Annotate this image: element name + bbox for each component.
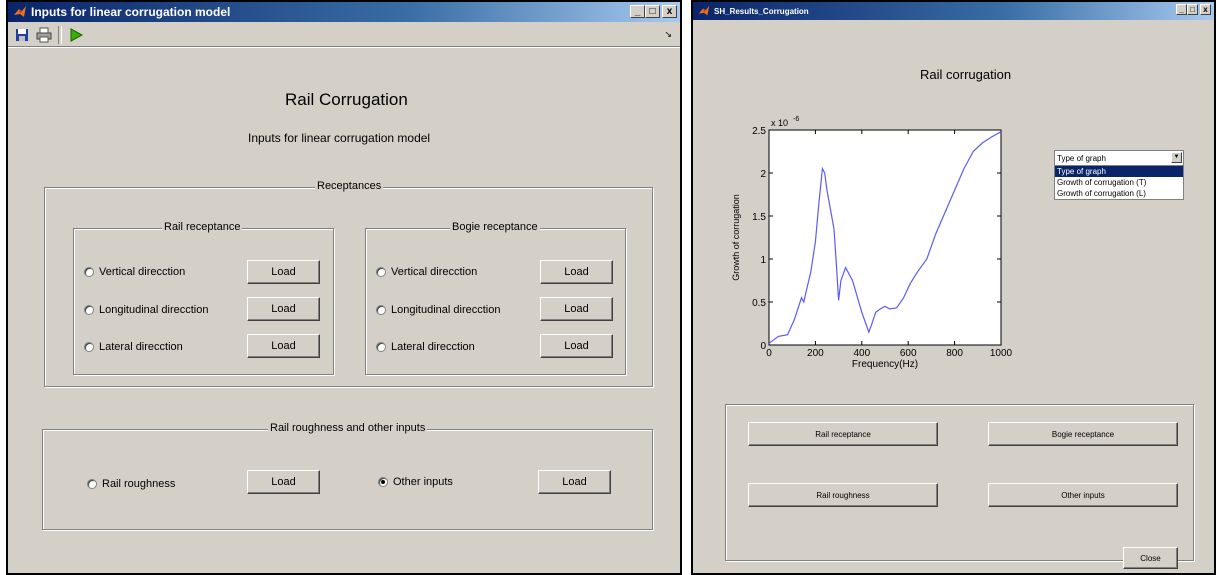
rail-vertical-load-button[interactable]: Load xyxy=(247,260,320,284)
bogie-longitudinal-load-button[interactable]: Load xyxy=(540,297,613,321)
rail-roughness-load-button[interactable]: Load xyxy=(247,470,320,494)
x-tick-label: 800 xyxy=(946,348,963,359)
other-inputs-load-button[interactable]: Load xyxy=(538,470,611,494)
inputs-window: Inputs for linear corrugation model _ □ … xyxy=(6,0,682,575)
close-window-button[interactable]: Close xyxy=(1123,547,1178,569)
rail-longitudinal-load-button[interactable]: Load xyxy=(247,297,320,321)
dock-icon[interactable]: ↘ xyxy=(664,29,672,40)
save-icon[interactable] xyxy=(14,27,30,43)
chevron-down-icon[interactable]: ▼ xyxy=(1171,152,1182,163)
other-inputs-label: Other inputs xyxy=(393,476,453,488)
window-title: Inputs for linear corrugation model xyxy=(31,5,231,19)
y-tick-label: 2.5 xyxy=(752,126,766,137)
y-multiplier-label: x 10 xyxy=(771,118,788,128)
rail-vertical-radio[interactable]: Vertical direcction xyxy=(84,266,185,278)
dropdown-option[interactable]: Growth of corrugation (T) xyxy=(1055,177,1183,188)
matlab-logo-icon xyxy=(14,6,26,17)
maximize-button[interactable]: □ xyxy=(645,5,660,18)
plot-area xyxy=(768,129,1002,346)
y-tick-label: 0.5 xyxy=(752,298,766,309)
toolbar: ↘ xyxy=(8,24,680,47)
page-subtitle: Inputs for linear corrugation model xyxy=(248,131,431,145)
y-tick-label: 2 xyxy=(760,169,766,180)
rail-lateral-load-button[interactable]: Load xyxy=(247,334,320,358)
matlab-logo-icon xyxy=(698,5,710,16)
minimize-button[interactable]: _ xyxy=(1176,4,1187,15)
page-title: Rail Corrugation xyxy=(285,90,408,109)
radio-circle xyxy=(376,305,386,315)
receptances-panel: Receptances Rail receptance Vertical dir… xyxy=(44,180,653,387)
bogie-vertical-label: Vertical direcction xyxy=(391,266,478,278)
title-bar[interactable]: SH_Results_Corrugation _ □ x xyxy=(693,2,1214,20)
run-icon[interactable] xyxy=(68,27,84,43)
bogie-lateral-radio[interactable]: Lateral direcction xyxy=(376,341,475,353)
y-tick-label: 1.5 xyxy=(752,212,766,223)
rail-longitudinal-radio[interactable]: Longitudinal direcction xyxy=(84,304,208,316)
bogie-lateral-load-button[interactable]: Load xyxy=(540,334,613,358)
dropdown-option[interactable]: Type of graph xyxy=(1055,166,1183,177)
other-inputs-button[interactable]: Other inputs xyxy=(988,483,1178,507)
rail-vertical-label: Vertical direcction xyxy=(99,266,186,278)
rail-receptance-legend: Rail receptance xyxy=(162,221,243,233)
minimize-button[interactable]: _ xyxy=(630,5,645,18)
dropdown-selected[interactable]: Type of graph ▼ xyxy=(1055,151,1183,166)
dropdown-selected-label: Type of graph xyxy=(1057,153,1106,163)
corrugation-chart: 0 200 400 600 800 1000 0 0.5 1 1.5 2 2.5 Frequency(H… xyxy=(731,116,1013,370)
close-button[interactable]: x xyxy=(1200,4,1211,15)
roughness-panel: Rail roughness and other inputs Rail rou… xyxy=(42,422,653,530)
y-tick-label: 0 xyxy=(760,341,766,352)
rail-lateral-radio[interactable]: Lateral direcction xyxy=(84,341,183,353)
rail-receptance-button[interactable]: Rail receptance xyxy=(748,422,938,446)
roughness-legend: Rail roughness and other inputs xyxy=(268,422,428,434)
print-icon[interactable] xyxy=(36,27,52,43)
y-axis-label: Growth of corrugation xyxy=(731,194,741,281)
x-tick-label: 600 xyxy=(900,348,917,359)
bogie-vertical-radio[interactable]: Vertical direcction xyxy=(376,266,477,278)
bogie-receptance-legend: Bogie receptance xyxy=(450,221,540,233)
radio-circle xyxy=(87,479,97,489)
bogie-longitudinal-label: Longitudinal direcction xyxy=(391,304,501,316)
x-tick-label: 0 xyxy=(766,348,772,359)
window-title: SH_Results_Corrugation xyxy=(714,6,809,16)
bogie-lateral-label: Lateral direcction xyxy=(391,341,475,353)
y-tick-label: 1 xyxy=(760,255,766,266)
radio-circle xyxy=(84,267,94,277)
rail-receptance-panel: Rail receptance Vertical direcction Load… xyxy=(73,221,334,375)
rail-roughness-radio[interactable]: Rail roughness xyxy=(87,478,175,490)
rail-lateral-label: Lateral direcction xyxy=(99,341,183,353)
maximize-button[interactable]: □ xyxy=(1187,4,1198,15)
other-inputs-radio[interactable]: Other inputs xyxy=(378,476,453,488)
bogie-longitudinal-radio[interactable]: Longitudinal direcction xyxy=(376,304,500,316)
title-bar[interactable]: Inputs for linear corrugation model _ □ … xyxy=(8,2,680,22)
toolbar-separator xyxy=(58,26,62,44)
receptances-legend: Receptances xyxy=(315,180,384,192)
y-exponent-label: -6 xyxy=(793,116,799,123)
x-tick-label: 1000 xyxy=(990,348,1013,359)
radio-circle xyxy=(376,267,386,277)
bogie-receptance-panel: Bogie receptance Vertical direcction Loa… xyxy=(365,221,626,375)
results-window: SH_Results_Corrugation _ □ x Rail corrug… xyxy=(691,0,1216,575)
dropdown-option[interactable]: Growth of corrugation (L) xyxy=(1055,188,1183,199)
graph-type-dropdown[interactable]: Type of graph ▼ Type of graph Growth of … xyxy=(1054,150,1184,200)
radio-circle xyxy=(84,342,94,352)
rail-roughness-label: Rail roughness xyxy=(102,478,176,490)
rail-longitudinal-label: Longitudinal direcction xyxy=(99,304,209,316)
bogie-vertical-load-button[interactable]: Load xyxy=(540,260,613,284)
results-title: Rail corrugation xyxy=(920,67,1012,82)
radio-circle-selected xyxy=(378,477,388,487)
radio-circle xyxy=(84,305,94,315)
x-tick-label: 400 xyxy=(853,348,870,359)
rail-roughness-button[interactable]: Rail roughness xyxy=(748,483,938,507)
radio-circle xyxy=(376,342,386,352)
x-tick-label: 200 xyxy=(807,348,824,359)
x-axis-label: Frequency(Hz) xyxy=(852,359,918,370)
bogie-receptance-button[interactable]: Bogie receptance xyxy=(988,422,1178,446)
close-button[interactable]: x xyxy=(662,5,677,18)
